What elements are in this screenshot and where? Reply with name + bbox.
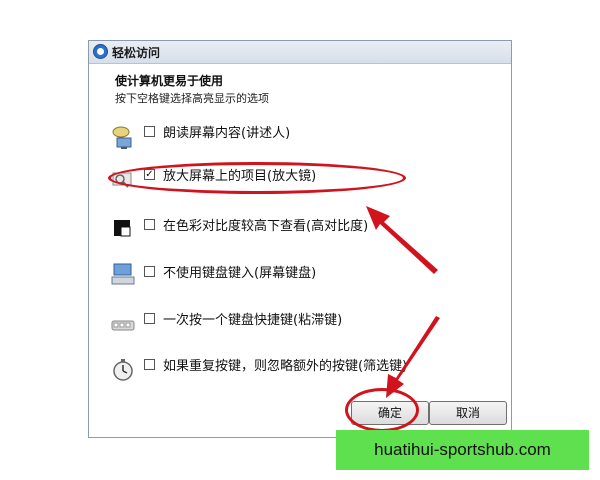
arrow-to-magnifier — [366, 206, 438, 274]
arrow-to-ok-button — [386, 316, 440, 398]
annotation-arrows — [366, 206, 440, 398]
watermark-banner: huatihui-sportshub.com — [336, 430, 589, 470]
